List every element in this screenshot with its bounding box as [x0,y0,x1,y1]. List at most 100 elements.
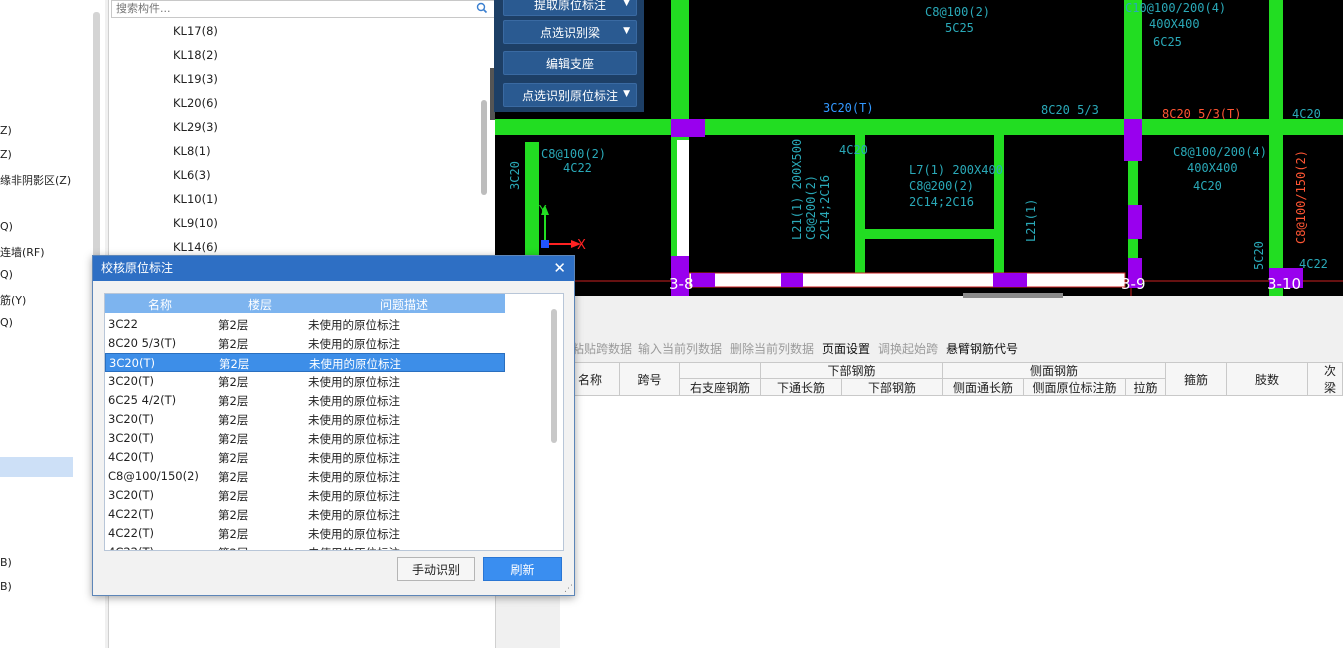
category-item[interactable]: B) [0,580,12,593]
cad-text: C8@100/200(4) [1173,145,1267,159]
issue-row[interactable]: 8C20 5/3(T) 第2层 未使用的原位标注 [105,334,505,353]
button-label: 编辑支座 [545,56,594,71]
beam-rebar-grid[interactable]: 名称 跨号 下部钢筋 侧面钢筋 右支座钢筋 下通长筋 下部钢筋 侧面通长筋 侧面… [560,362,1343,648]
input-column-data-button[interactable]: 输入当前列数据 [638,340,722,357]
manual-recognize-button[interactable]: 手动识别 [397,557,475,581]
dropdown-arrow-icon[interactable]: ▼ [623,89,630,99]
issue-description: 未使用的原位标注 [308,470,400,484]
cad-text: 3C20 [508,161,522,190]
paste-span-data-button[interactable]: 粘贴跨数据 [572,340,632,357]
category-item[interactable]: B) [0,556,12,569]
category-item[interactable]: Z) [0,148,12,161]
issue-row[interactable]: 6C25 4/2(T) 第2层 未使用的原位标注 [105,391,505,410]
issue-row[interactable]: 3C20(T) 第2层 未使用的原位标注 [105,372,505,391]
column-header-floor[interactable]: 楼层 [248,296,272,313]
grid-header-stirrup: 箍筋 [1165,362,1227,396]
extract-annotation-button[interactable]: 提取原位标注 ▼ [503,0,637,16]
dropdown-arrow-icon[interactable]: ▼ [623,0,630,8]
issue-row[interactable]: 3C20(T) 第2层 未使用的原位标注 [105,486,505,505]
tree-item[interactable]: KL19(3) [173,72,218,86]
grid-header-tie: 拉筋 [1125,378,1166,396]
cad-text: C8@200(2) [909,179,974,193]
axis-label: 3-9 [1121,275,1146,293]
resize-grip-icon[interactable]: ⋰ [564,584,573,594]
cad-horizontal-scrollbar[interactable] [963,293,1063,298]
close-icon[interactable]: ✕ [553,256,566,281]
tree-item[interactable]: KL6(3) [173,168,211,182]
button-label: 提取原位标注 [533,0,606,12]
issue-floor: 第2层 [218,451,249,465]
grid-header-secondary: 次梁 [1307,362,1343,396]
tree-item[interactable]: KL9(10) [173,216,218,230]
grid-header-bottom-through: 下通长筋 [760,378,842,396]
issue-description: 未使用的原位标注 [308,451,400,465]
pick-recognize-annotation-button[interactable]: 点选识别原位标注 ▼ [503,83,637,107]
issue-floor: 第2层 [218,489,249,503]
issue-floor: 第2层 [218,545,248,550]
tree-item[interactable]: KL14(6) [173,240,218,254]
issue-table-scrollbar[interactable] [551,309,557,443]
issue-row[interactable]: 3C22 第2层 未使用的原位标注 [105,315,505,334]
issue-name: 3C20(T) [108,412,154,426]
cad-text: C10@100/200(4) [1125,1,1226,15]
refresh-button[interactable]: 刷新 [483,557,562,581]
issue-description: 未使用的原位标注 [308,508,400,522]
category-item[interactable]: Q) [0,220,13,233]
category-item[interactable]: 缘非阴影区(Z) [0,172,71,188]
dialog-titlebar[interactable]: 校核原位标注 ✕ [93,256,574,281]
dropdown-arrow-icon[interactable]: ▼ [623,26,630,36]
delete-column-data-button[interactable]: 删除当前列数据 [730,340,814,357]
tree-item[interactable]: KL20(6) [173,96,218,110]
issue-row[interactable]: 3C20(T) 第2层 未使用的原位标注 [105,429,505,448]
issue-description: 未使用的原位标注 [308,337,400,351]
issue-row[interactable]: C8@100/150(2) 第2层 未使用的原位标注 [105,467,505,486]
cad-text: 400X400 [1187,161,1238,175]
issue-table[interactable]: 名称 楼层 问题描述 3C22 第2层 未使用的原位标注 8C20 5/3(T) 第2层… [104,293,564,551]
cad-text: 400X400 [1149,17,1200,31]
edit-support-button[interactable]: 编辑支座 [503,51,637,75]
tree-item[interactable]: KL8(1) [173,144,211,158]
issue-row[interactable]: 4C22(T) 第2层 未使用的原位标注 [105,524,505,543]
cantilever-rebar-code-button[interactable]: 悬臂钢筋代号 [946,340,1018,357]
column-header-name[interactable]: 名称 [148,296,172,313]
cad-text: 8C20 5/3 [1041,103,1099,117]
check-annotation-dialog: 校核原位标注 ✕ 名称 楼层 问题描述 3C22 第2层 未使用的原位标注 8C20 … [92,255,575,596]
axis-label: 3-8 [669,275,694,293]
category-scrollbar[interactable] [93,12,100,282]
category-selected-highlight[interactable] [0,457,73,477]
category-item[interactable]: Q) [0,316,13,329]
issue-floor: 第2层 [219,357,250,371]
grid-header-right-support: 右支座钢筋 [679,378,761,396]
swap-start-span-button[interactable]: 调换起始跨 [878,340,938,357]
cad-text: C8@100(2) [541,147,606,161]
tree-item[interactable]: KL29(3) [173,120,218,134]
column-header-issue[interactable]: 问题描述 [380,296,428,313]
search-input[interactable] [112,1,470,16]
issue-row[interactable]: 4C20(T) 第2层 未使用的原位标注 [105,448,505,467]
issue-row[interactable]: 3C20(T) 第2层 未使用的原位标注 [105,410,505,429]
issue-row[interactable]: 4C22(T) 第2层 未使用的原位标注 [105,543,505,550]
category-item[interactable]: 筋(Y) [0,292,26,308]
recognition-tool-panel: 提取原位标注 ▼ 点选识别梁 ▼ 编辑支座 点选识别原位标注 ▼ [494,0,644,112]
cad-text: 5C25 [945,21,974,35]
issue-floor: 第2层 [218,337,249,351]
tree-item[interactable]: KL18(2) [173,48,218,62]
search-icon[interactable] [476,1,488,18]
category-item[interactable]: Q) [0,268,13,281]
pick-recognize-beam-button[interactable]: 点选识别梁 ▼ [503,20,637,44]
issue-description: 未使用的原位标注 [308,527,400,541]
tree-scrollbar[interactable] [481,100,487,195]
tree-item[interactable]: KL10(1) [173,192,218,206]
category-item[interactable]: Z) [0,124,12,137]
issue-floor: 第2层 [218,375,249,389]
issue-name: 3C20(T) [109,356,155,370]
tree-item[interactable]: KL17(8) [173,24,218,38]
issue-row[interactable]: 3C20(T) 第2层 未使用的原位标注 [105,353,505,372]
issue-name: 3C20(T) [108,488,154,502]
dialog-title: 校核原位标注 [101,261,174,275]
issue-row[interactable]: 4C22(T) 第2层 未使用的原位标注 [105,505,505,524]
issue-name: C8@100/150(2) [108,469,199,483]
search-box[interactable] [111,0,495,18]
page-setup-button[interactable]: 页面设置 [822,340,870,357]
category-item[interactable]: 连墙(RF) [0,244,45,260]
